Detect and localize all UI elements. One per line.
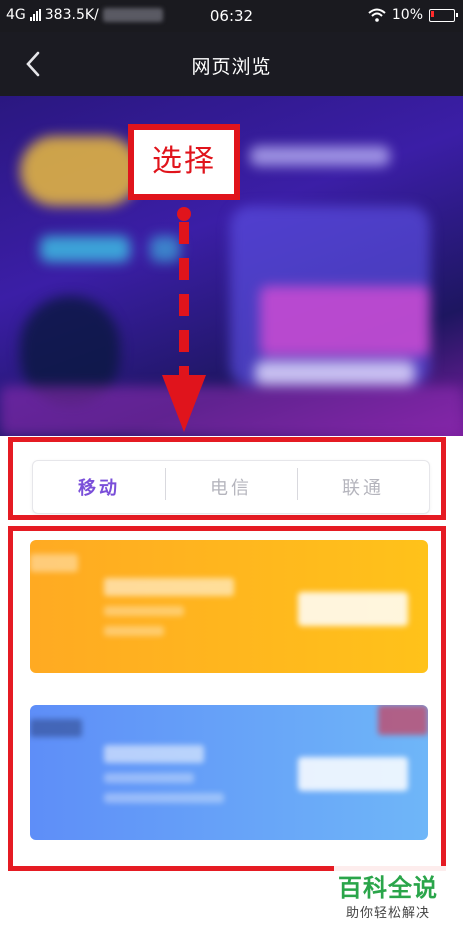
carrier-tabs: 移动 电信 联通 bbox=[32, 460, 430, 514]
watermark: 百科全说 助你轻松解决 bbox=[334, 866, 454, 924]
tab-mobile[interactable]: 移动 bbox=[33, 474, 165, 500]
annotation-label: 选择 bbox=[128, 124, 240, 200]
watermark-sub: 助你轻松解决 bbox=[346, 906, 431, 921]
plan-card[interactable] bbox=[30, 705, 428, 840]
plan-card-button bbox=[298, 757, 408, 791]
wifi-icon bbox=[368, 8, 386, 22]
navigation-bar: 网页浏览 bbox=[0, 32, 463, 96]
status-bar: 4G 383.5K/ 06:32 10% bbox=[0, 0, 463, 32]
status-right: 10% bbox=[368, 7, 458, 23]
battery-percent: 10% bbox=[391, 7, 423, 23]
plan-card-content bbox=[30, 705, 428, 840]
plan-card-content bbox=[30, 540, 428, 673]
tab-unicom[interactable]: 联通 bbox=[297, 468, 429, 500]
tab-telecom[interactable]: 电信 bbox=[165, 468, 297, 500]
plan-card[interactable] bbox=[30, 540, 428, 673]
plan-card-button bbox=[298, 592, 408, 626]
watermark-main: 百科全说 bbox=[338, 874, 438, 902]
battery-icon bbox=[429, 8, 458, 22]
annotation-arrow-icon bbox=[162, 207, 206, 432]
page-title: 网页浏览 bbox=[191, 56, 272, 78]
